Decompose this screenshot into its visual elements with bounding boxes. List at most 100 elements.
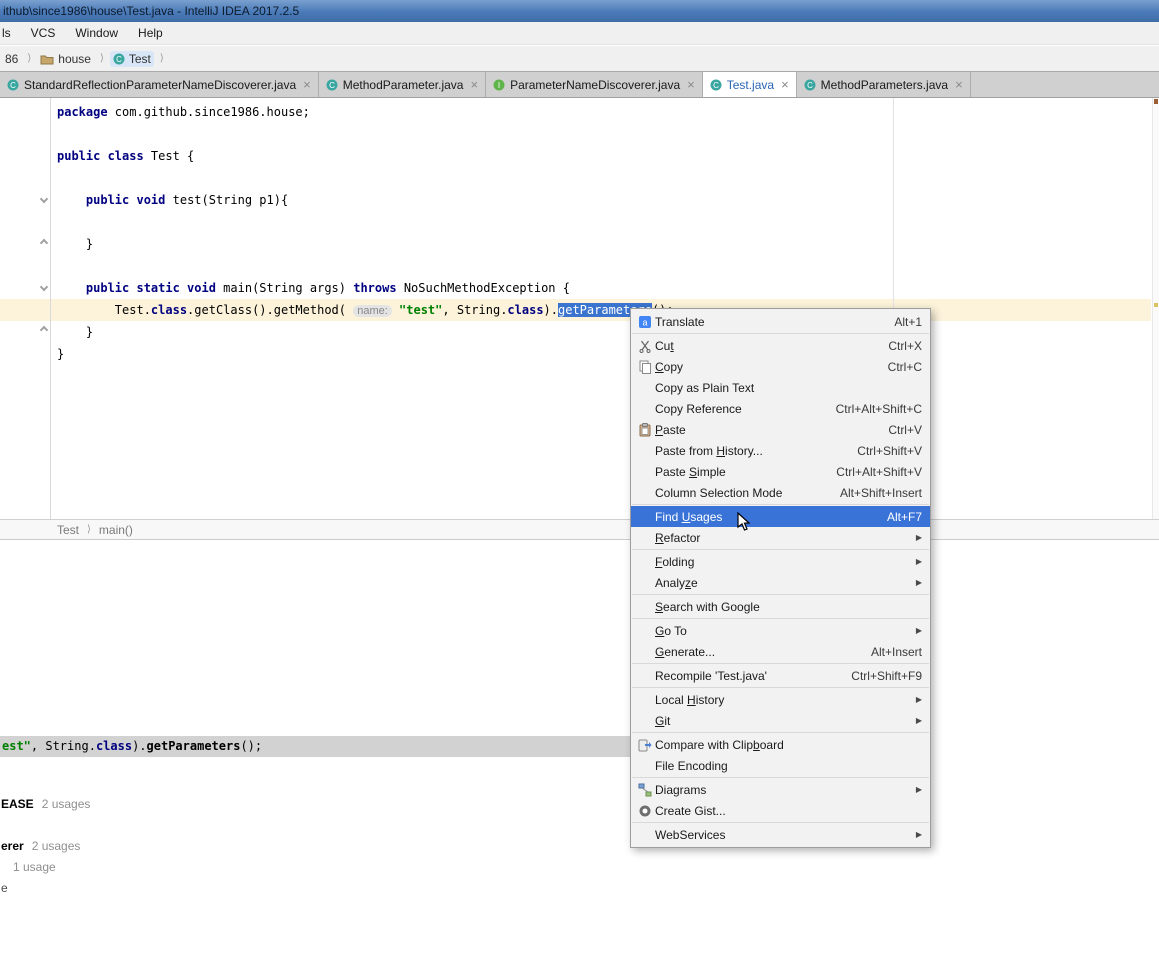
menu-item-file-encoding[interactable]: File Encoding: [631, 755, 930, 776]
code-editor[interactable]: package com.github.since1986.house; publi…: [0, 98, 1159, 519]
code-line[interactable]: package com.github.since1986.house;: [57, 101, 674, 123]
usage-code-segment[interactable]: est": [2, 739, 31, 753]
menu-item-analyze[interactable]: Analyze ▶: [631, 572, 930, 593]
usage-preview-row[interactable]: est", String.class).getParameters();: [0, 736, 631, 757]
usage-tree-item[interactable]: e: [1, 881, 8, 895]
usage-code-segment[interactable]: getParameters: [147, 739, 241, 753]
menu-item-paste[interactable]: Paste Ctrl+V: [631, 419, 930, 440]
menu-item-generate[interactable]: Generate... Alt+Insert: [631, 641, 930, 662]
usage-code-segment[interactable]: class: [96, 739, 132, 753]
tab-methodparameters-java[interactable]: C MethodParameters.java ×: [797, 72, 971, 97]
usage-code-segment[interactable]: , String.: [31, 739, 96, 753]
menu-item-go-to[interactable]: Go To ▶: [631, 620, 930, 641]
menu-item-diagrams[interactable]: Diagrams ▶: [631, 779, 930, 800]
code-segment[interactable]: package: [57, 105, 108, 119]
tab-standardreflectionparameternamediscoverer-java[interactable]: C StandardReflectionParameterNameDiscover…: [0, 72, 319, 97]
menu-item-translate[interactable]: a Translate Alt+1: [631, 311, 930, 332]
code-line[interactable]: [57, 211, 674, 233]
menu-item-refactor[interactable]: Refactor ▶: [631, 527, 930, 548]
close-tab-icon[interactable]: ×: [955, 78, 963, 91]
menu-item-paste-simple[interactable]: Paste Simple Ctrl+Alt+Shift+V: [631, 461, 930, 482]
menu-item-copy-as-plain-text[interactable]: Copy as Plain Text: [631, 377, 930, 398]
menu-item-git[interactable]: Git ▶: [631, 710, 930, 731]
editor-breadcrumb-item-main[interactable]: main(): [99, 523, 133, 537]
code-segment[interactable]: "test": [399, 303, 442, 317]
code-segment[interactable]: [392, 303, 399, 317]
fold-end-icon[interactable]: [39, 325, 49, 335]
code-segment[interactable]: main(String args): [216, 281, 353, 295]
menu-item-webservices[interactable]: WebServices ▶: [631, 824, 930, 845]
menu-vcs[interactable]: VCS: [21, 22, 66, 44]
code-segment[interactable]: test(String p1){: [165, 193, 289, 207]
tab-methodparameter-java[interactable]: C MethodParameter.java ×: [319, 72, 487, 97]
code-line[interactable]: public class Test {: [57, 145, 674, 167]
code-line[interactable]: }: [57, 233, 674, 255]
tab-parameternamediscoverer-java[interactable]: I ParameterNameDiscoverer.java ×: [486, 72, 703, 97]
code-segment[interactable]: }: [57, 237, 93, 251]
code-segment[interactable]: throws: [353, 281, 396, 295]
code-segment[interactable]: com.github.since1986.house;: [108, 105, 310, 119]
usage-tree-item[interactable]: 1 usage: [13, 860, 56, 874]
menu-item-find-usages[interactable]: Find Usages Alt+F7: [631, 506, 930, 527]
code-segment[interactable]: public static void: [86, 281, 216, 295]
close-tab-icon[interactable]: ×: [470, 78, 478, 91]
code-line[interactable]: }: [57, 343, 674, 365]
current-line-stripe-mark[interactable]: [1154, 303, 1158, 307]
code-segment[interactable]: public class: [57, 149, 144, 163]
code-segment[interactable]: [57, 193, 86, 207]
code-area[interactable]: package com.github.since1986.house; publi…: [57, 101, 674, 365]
tab-test-java[interactable]: C Test.java ×: [702, 72, 797, 97]
code-line[interactable]: [57, 123, 674, 145]
menu-item-paste-from-history[interactable]: Paste from History... Ctrl+Shift+V: [631, 440, 930, 461]
code-segment[interactable]: .getClass().getMethod(: [187, 303, 353, 317]
breadcrumb-item-house[interactable]: house: [37, 51, 94, 67]
code-segment[interactable]: ).: [544, 303, 558, 317]
close-tab-icon[interactable]: ×: [303, 78, 311, 91]
title-bar[interactable]: ithub\since1986\house\Test.java - Intell…: [0, 0, 1159, 22]
parameter-name-hint[interactable]: name:: [353, 305, 392, 317]
breadcrumb-item-86[interactable]: 86: [2, 51, 21, 67]
code-segment[interactable]: public void: [86, 193, 165, 207]
menu-item-copy[interactable]: Copy Ctrl+C: [631, 356, 930, 377]
menu-ls[interactable]: ls: [0, 22, 21, 44]
menu-item-cut[interactable]: Cut Ctrl+X: [631, 335, 930, 356]
fold-end-icon[interactable]: [39, 238, 49, 248]
code-segment[interactable]: , String.: [442, 303, 507, 317]
code-segment[interactable]: NoSuchMethodException {: [397, 281, 570, 295]
code-line[interactable]: Test.class.getClass().getMethod( name: "…: [57, 299, 674, 321]
menu-item-copy-reference[interactable]: Copy Reference Ctrl+Alt+Shift+C: [631, 398, 930, 419]
code-segment[interactable]: class: [151, 303, 187, 317]
fold-expand-icon[interactable]: [39, 282, 49, 292]
menu-item-local-history[interactable]: Local History ▶: [631, 689, 930, 710]
code-line[interactable]: [57, 255, 674, 277]
breadcrumb-item-test[interactable]: C Test: [109, 50, 154, 67]
menu-item-search-with-google[interactable]: Search with Google: [631, 596, 930, 617]
menu-window[interactable]: Window: [65, 22, 128, 44]
code-segment[interactable]: Test.: [57, 303, 151, 317]
fold-expand-icon[interactable]: [39, 194, 49, 204]
menu-item-create-gist[interactable]: Create Gist...: [631, 800, 930, 821]
menu-help[interactable]: Help: [128, 22, 173, 44]
close-tab-icon[interactable]: ×: [781, 78, 789, 91]
code-segment[interactable]: }: [57, 347, 64, 361]
usage-code-segment[interactable]: ).: [132, 739, 146, 753]
usage-code-segment[interactable]: ();: [240, 739, 262, 753]
menu-item-folding[interactable]: Folding ▶: [631, 551, 930, 572]
code-segment[interactable]: class: [507, 303, 543, 317]
error-stripe[interactable]: [1152, 98, 1159, 519]
code-line[interactable]: public static void main(String args) thr…: [57, 277, 674, 299]
menu-item-column-selection-mode[interactable]: Column Selection Mode Alt+Shift+Insert: [631, 482, 930, 503]
code-segment[interactable]: [57, 281, 86, 295]
error-stripe-mark[interactable]: [1154, 99, 1158, 104]
code-segment[interactable]: }: [57, 325, 93, 339]
code-line[interactable]: public void test(String p1){: [57, 189, 674, 211]
usage-tree-item[interactable]: EASE 2 usages: [1, 797, 90, 811]
usage-tree-item[interactable]: erer 2 usages: [1, 839, 80, 853]
editor-breadcrumb-item-test[interactable]: Test: [57, 523, 79, 537]
menu-item-compare-with-clipboard[interactable]: Compare with Clipboard: [631, 734, 930, 755]
code-line[interactable]: }: [57, 321, 674, 343]
menu-item-recompile-test-java[interactable]: Recompile 'Test.java' Ctrl+Shift+F9: [631, 665, 930, 686]
close-tab-icon[interactable]: ×: [687, 78, 695, 91]
code-segment[interactable]: Test {: [144, 149, 194, 163]
code-line[interactable]: [57, 167, 674, 189]
